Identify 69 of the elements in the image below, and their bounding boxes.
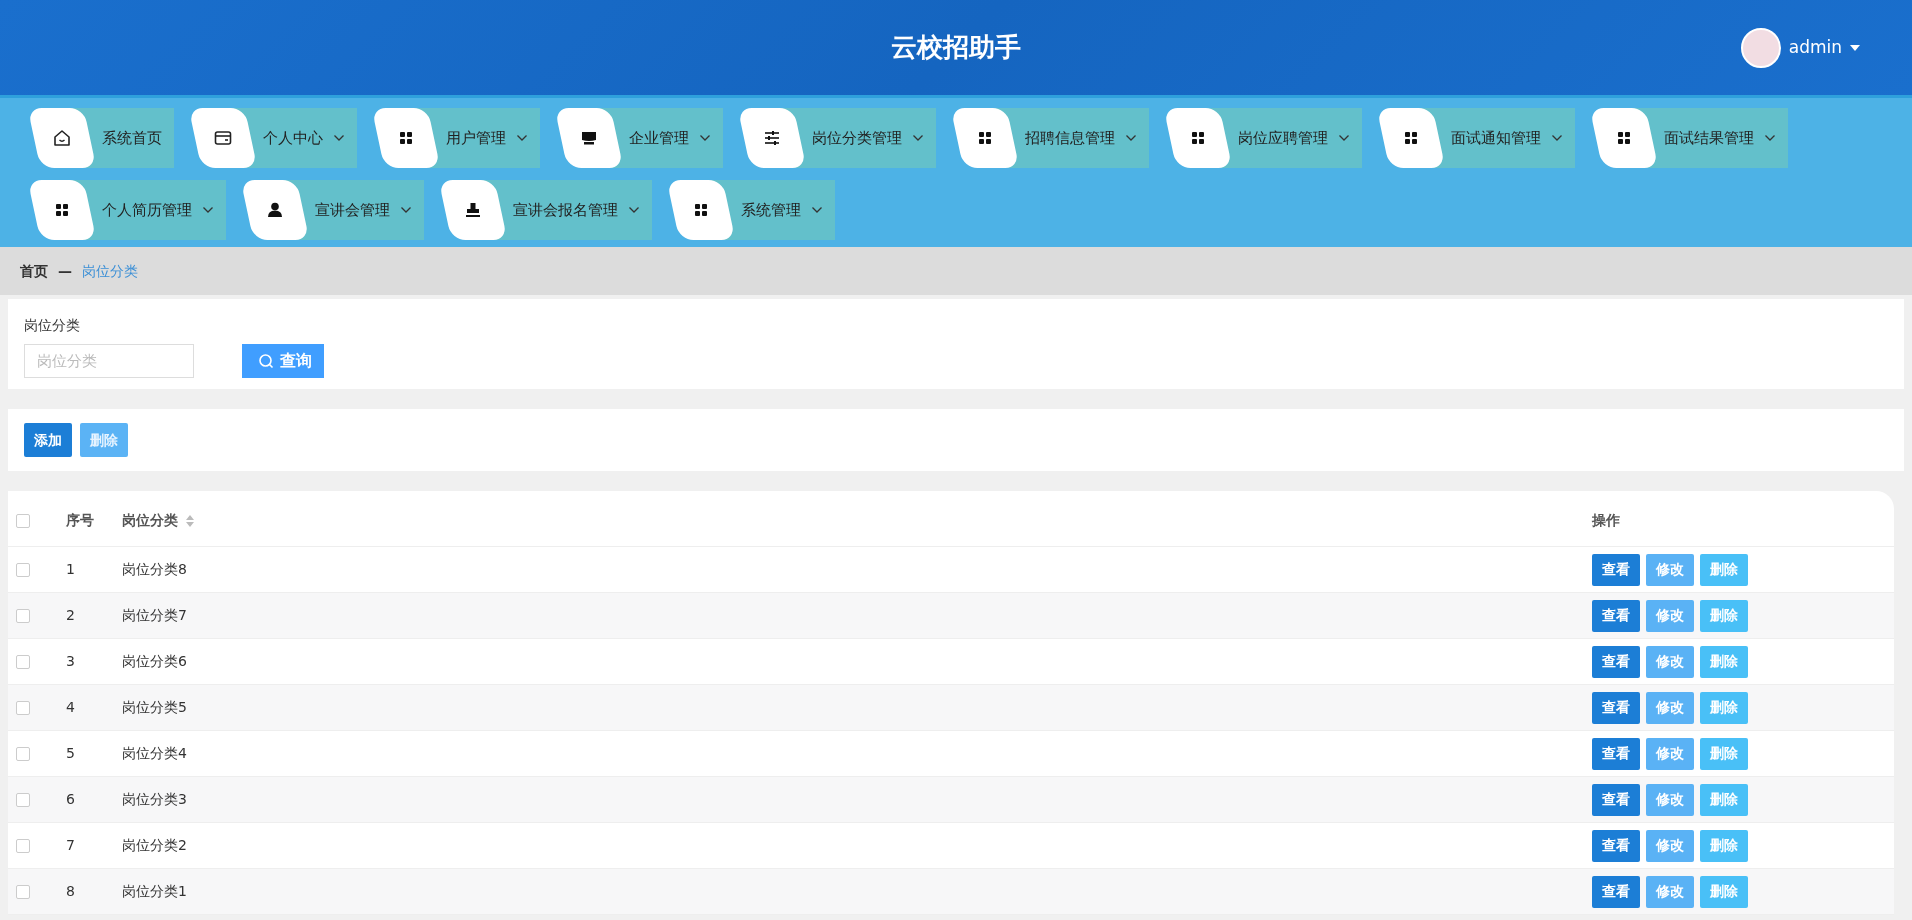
field-label: 岗位分类 [24, 316, 81, 335]
table-cell: 5 [66, 745, 75, 761]
table-cell: 6 [66, 791, 75, 807]
table-cell: 岗位分类8 [122, 561, 187, 577]
row-checkbox[interactable] [16, 746, 30, 761]
stamp-icon [464, 201, 482, 219]
view-button[interactable]: 查看 [1592, 691, 1640, 724]
grid-icon [397, 129, 415, 147]
sliders-icon [763, 129, 781, 147]
edit-button[interactable]: 修改 [1646, 599, 1694, 632]
row-checkbox[interactable] [16, 838, 30, 853]
wallet-icon [214, 129, 232, 147]
edit-button[interactable]: 修改 [1646, 553, 1694, 586]
view-button[interactable]: 查看 [1592, 645, 1640, 678]
column-header: 序号 [66, 511, 94, 530]
table-cell: 2 [66, 607, 75, 623]
edit-button[interactable]: 修改 [1646, 645, 1694, 678]
house-icon [53, 129, 71, 147]
table-cell: 1 [66, 561, 75, 577]
breadcrumb-separator: — [58, 261, 72, 281]
edit-button[interactable]: 修改 [1646, 875, 1694, 908]
app-title: 云校招助手 [891, 31, 1021, 64]
table-cell: 岗位分类5 [122, 699, 187, 715]
add-button[interactable]: 添加 [24, 423, 72, 457]
table-cell: 岗位分类7 [122, 607, 187, 623]
shop-icon [580, 129, 598, 147]
view-button[interactable]: 查看 [1592, 553, 1640, 586]
view-button[interactable]: 查看 [1592, 783, 1640, 816]
view-button[interactable]: 查看 [1592, 737, 1640, 770]
grid-icon [976, 129, 994, 147]
row-checkbox[interactable] [16, 654, 30, 669]
search-button[interactable]: 查询 [242, 344, 324, 378]
column-header: 操作 [1592, 511, 1620, 530]
grid-icon [1615, 129, 1633, 147]
grid-icon [53, 201, 71, 219]
caret-icon [1850, 44, 1860, 52]
search-field[interactable]: 岗位分类 [24, 344, 194, 378]
grid-icon [1402, 129, 1420, 147]
row-checkbox[interactable] [16, 562, 30, 577]
row-checkbox[interactable] [16, 884, 30, 899]
table-cell: 7 [66, 837, 75, 853]
table-cell: 3 [66, 653, 75, 669]
table-cell: 岗位分类1 [122, 883, 187, 899]
view-button[interactable]: 查看 [1592, 875, 1640, 908]
row-checkbox[interactable] [16, 700, 30, 715]
edit-button[interactable]: 修改 [1646, 737, 1694, 770]
person-icon [266, 201, 284, 219]
avatar[interactable] [1740, 28, 1781, 68]
view-button[interactable]: 查看 [1592, 599, 1640, 632]
grid-icon [692, 201, 710, 219]
column-header: 岗位分类 [122, 511, 178, 530]
edit-button[interactable]: 修改 [1646, 783, 1694, 816]
breadcrumb-link[interactable]: 首页 [20, 260, 48, 282]
row-checkbox[interactable] [16, 792, 30, 807]
row-checkbox[interactable] [16, 608, 30, 623]
breadcrumb-link[interactable]: 岗位分类 [82, 260, 138, 282]
search-icon [258, 353, 274, 369]
table-cell: 岗位分类2 [122, 837, 187, 853]
select-all-checkbox[interactable] [16, 513, 30, 528]
edit-button[interactable]: 修改 [1646, 829, 1694, 862]
view-button[interactable]: 查看 [1592, 829, 1640, 862]
username[interactable]: admin [1788, 35, 1842, 61]
edit-button[interactable]: 修改 [1646, 691, 1694, 724]
table-cell: 岗位分类4 [122, 745, 187, 761]
table-cell: 4 [66, 699, 75, 715]
table-cell: 岗位分类3 [122, 791, 187, 807]
grid-icon [1189, 129, 1207, 147]
table-cell: 岗位分类6 [122, 653, 187, 669]
table-cell: 8 [66, 883, 75, 899]
